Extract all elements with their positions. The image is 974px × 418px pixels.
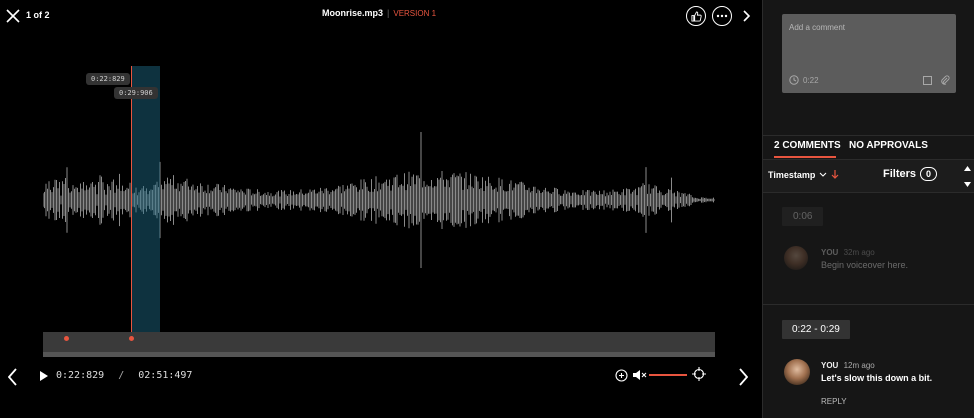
comment-time-tag[interactable]: 0:06 (782, 207, 824, 226)
close-button[interactable] (5, 8, 21, 24)
crosshair-icon (692, 367, 706, 381)
comment-box[interactable]: Add a comment 0:22 (782, 14, 956, 93)
chevron-down-icon (819, 172, 827, 177)
tab-comments[interactable]: 2 COMMENTS (774, 140, 841, 151)
progress-track[interactable] (43, 352, 715, 357)
annotate-button[interactable] (922, 75, 932, 85)
playhead[interactable] (131, 66, 132, 352)
mute-button[interactable] (632, 368, 648, 382)
selection-region[interactable] (132, 66, 160, 352)
comment-text: Begin voiceover here. (821, 260, 909, 270)
speaker-muted-icon (633, 370, 647, 380)
more-icon (716, 14, 728, 18)
next-asset-button[interactable] (741, 8, 753, 24)
comment-marker-2[interactable] (129, 336, 134, 341)
comment-meta: YOU 32m ago (821, 248, 875, 257)
filters-button[interactable]: Filters 0 (883, 167, 938, 181)
tab-approvals[interactable]: NO APPROVALS (849, 140, 928, 151)
next-asset-bottom-button[interactable] (736, 366, 750, 388)
avatar (784, 246, 808, 270)
attach-button[interactable] (940, 75, 950, 85)
tab-comments-label: 2 COMMENTS (774, 140, 841, 151)
square-icon (922, 75, 932, 85)
chevron-right-icon (743, 10, 751, 22)
scroll-up-button[interactable] (962, 163, 972, 173)
player-area: 1 of 2 Moonrise.mp3 | VERSION 1 0:22:829… (0, 0, 762, 418)
comment-author: YOU (821, 248, 839, 257)
comment-timestamp[interactable]: 0:22 (789, 75, 819, 85)
volume-slider[interactable] (649, 374, 687, 376)
play-icon (40, 371, 48, 381)
comment-time-tag[interactable]: 0:22 - 0:29 (782, 320, 850, 339)
avatar (784, 359, 810, 385)
time-display: 0:22:829 / 02:51:497 (56, 370, 192, 381)
close-icon (6, 9, 20, 23)
title-divider: | (387, 8, 390, 18)
sort-arrow-down-icon (831, 170, 839, 179)
sort-dropdown[interactable]: Timestamp (768, 170, 839, 180)
comment-ago: 12m ago (843, 361, 875, 370)
asset-counter: 1 of 2 (26, 10, 50, 20)
clock-icon (789, 75, 799, 85)
triangle-down-icon (963, 181, 971, 187)
file-name: Moonrise.mp3 (322, 8, 384, 18)
filter-bar: Timestamp Filters 0 (763, 159, 974, 193)
triangle-up-icon (963, 165, 971, 171)
sort-label: Timestamp (768, 170, 816, 180)
comments-sidebar: Add a comment 0:22 2 COMMENTS NO APPROVA… (762, 0, 974, 418)
reply-button[interactable]: REPLY (821, 397, 847, 406)
comment-author: YOU (821, 361, 839, 370)
comment-item[interactable]: 0:22 - 0:29 YOU 12m ago Let's slow this … (763, 305, 974, 418)
current-time: 0:22:829 (56, 370, 105, 381)
comment-text: Let's slow this down a bit. (821, 373, 933, 383)
comment-item[interactable]: 0:06 YOU 32m ago Begin voiceover here. (763, 192, 974, 304)
version-label[interactable]: VERSION 1 (393, 9, 436, 18)
comment-timestamp-label: 0:22 (803, 75, 819, 85)
total-time: 02:51:497 (138, 370, 193, 381)
filters-count: 0 (920, 167, 938, 181)
chevron-right-icon (739, 368, 748, 386)
marker-start-label: 0:22:829 (86, 73, 130, 85)
sidebar-divider (763, 135, 974, 136)
comment-meta: YOU 12m ago (821, 361, 875, 370)
tab-comments-underline (774, 156, 836, 158)
play-button[interactable] (38, 370, 50, 382)
chevron-left-icon (8, 368, 17, 386)
comment-ago: 32m ago (843, 248, 875, 257)
scroll-down-button[interactable] (962, 179, 972, 189)
marker-end-label: 0:29:906 (114, 87, 158, 99)
comment-track[interactable] (43, 332, 715, 352)
zoom-in-icon (614, 368, 628, 382)
paperclip-icon (941, 75, 950, 85)
fit-view-button[interactable] (692, 367, 706, 381)
filters-label: Filters (883, 168, 917, 180)
more-options-button[interactable] (712, 6, 732, 26)
prev-asset-button[interactable] (6, 366, 20, 388)
comment-marker-1[interactable] (64, 336, 69, 341)
approve-button[interactable] (686, 6, 706, 26)
comment-input[interactable]: Add a comment (789, 23, 845, 32)
page-title: Moonrise.mp3 | VERSION 1 (322, 8, 436, 18)
time-separator: / (118, 370, 125, 381)
thumbs-up-icon (690, 10, 702, 22)
zoom-in-button[interactable] (614, 368, 628, 382)
